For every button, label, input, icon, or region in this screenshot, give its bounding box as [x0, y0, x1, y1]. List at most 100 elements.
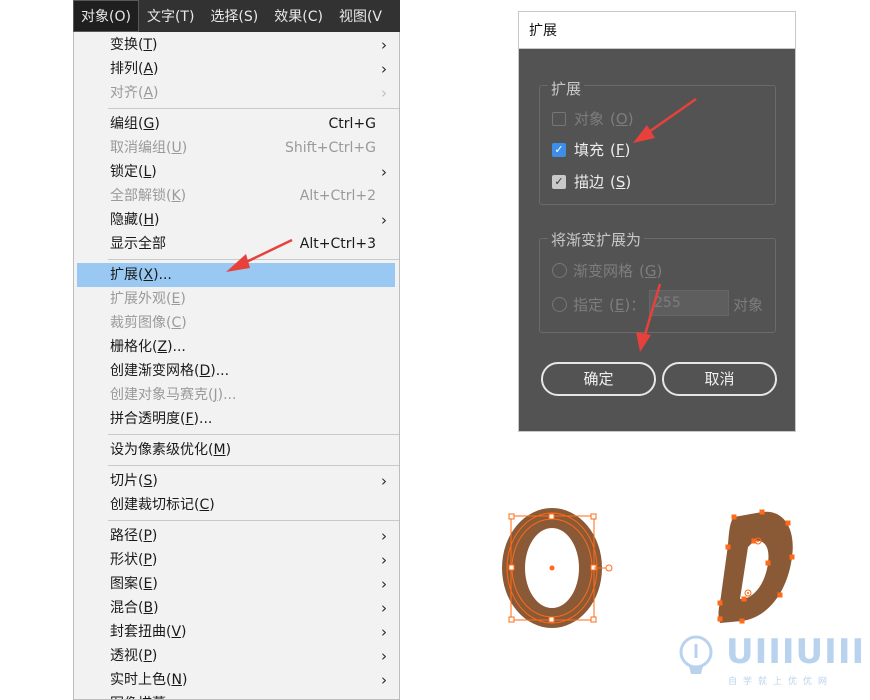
menu-item-label: 透视(P): [110, 648, 158, 664]
menubar-item[interactable]: 效果(C): [266, 0, 331, 32]
menu-item[interactable]: 设为像素级优化(M): [74, 438, 399, 462]
chevron-right-icon: ›: [381, 163, 387, 181]
menu-item-label: 切片(S): [110, 473, 158, 489]
menu-item[interactable]: 创建渐变网格(D)...: [74, 359, 399, 383]
menu-item[interactable]: 变换(T) ›: [74, 33, 399, 57]
menu-item[interactable]: 栅格化(Z)...: [74, 335, 399, 359]
cancel-button[interactable]: 取消: [662, 362, 777, 396]
menu-item[interactable]: 全部解锁(K) Alt+Ctrl+2: [74, 184, 399, 208]
chevron-right-icon: ›: [381, 575, 387, 593]
stroke-checkbox[interactable]: ✓ 描边 (S): [552, 171, 631, 192]
menu-item-label: 图像描摹: [110, 696, 166, 699]
chevron-right-icon: ›: [381, 647, 387, 665]
menubar-item[interactable]: 对象(O): [73, 0, 139, 32]
chevron-right-icon: ›: [381, 84, 387, 102]
menu-item-shortcut: Alt+Ctrl+2: [299, 188, 376, 204]
menu-item[interactable]: 编组(G) Ctrl+G: [74, 112, 399, 136]
menu-item-label: 显示全部: [110, 236, 166, 252]
menu-item[interactable]: 路径(P) ›: [74, 524, 399, 548]
menu-item-label: 创建裁切标记(C): [110, 497, 215, 513]
stroke-label: 描边: [574, 173, 605, 191]
specify-radio[interactable]: 指定 (E)：: [552, 294, 645, 315]
menu-item[interactable]: 扩展(X)...: [77, 263, 395, 287]
menubar-item[interactable]: 选择(S): [202, 0, 266, 32]
expand-dialog: 扩展 扩展 对象 (O) ✓ 填充 (F) ✓ 描边 (S) 将渐变扩展为 渐变…: [518, 11, 796, 432]
object-label: 对象: [574, 110, 605, 128]
gradient-mesh-label: 渐变网格: [573, 262, 634, 280]
menu-item-label: 创建渐变网格(D)...: [110, 363, 230, 379]
letter-d-artwork: [717, 509, 795, 624]
menu-item[interactable]: 扩展外观(E): [74, 287, 399, 311]
menu-item-label: 编组(G): [110, 116, 160, 132]
menu-separator: [108, 108, 399, 109]
menu-item-shortcut: Shift+Ctrl+G: [284, 140, 376, 156]
chevron-right-icon: ›: [381, 527, 387, 545]
menu-item-label: 对齐(A): [110, 85, 159, 101]
menubar-item[interactable]: 文字(T): [139, 0, 202, 32]
checkmark-icon: ✓: [552, 142, 566, 157]
menu-item-label: 拼合透明度(F)...: [110, 411, 213, 427]
ok-button[interactable]: 确定: [541, 362, 656, 396]
radio-icon: [552, 297, 567, 312]
menu-item-label: 隐藏(H): [110, 212, 160, 228]
menu-item[interactable]: 对齐(A) ›: [74, 81, 399, 105]
menu-item-label: 混合(B): [110, 600, 159, 616]
dialog-title: 扩展: [519, 12, 795, 49]
menu-item-label: 实时上色(N): [110, 672, 188, 688]
gradient-group-title: 将渐变扩展为: [548, 229, 645, 250]
menu-item[interactable]: 显示全部 Alt+Ctrl+3: [74, 232, 399, 256]
menu-item-label: 锁定(L): [110, 164, 157, 180]
uiiiuiii-watermark: UIIIUIII 自学就上优优网: [676, 632, 864, 692]
menu-item-label: 形状(P): [110, 552, 158, 568]
chevron-right-icon: ›: [381, 60, 387, 78]
menu-item-shortcut: Alt+Ctrl+3: [299, 236, 376, 252]
menu-item-label: 取消编组(U): [110, 140, 188, 156]
menu-item-label: 排列(A): [110, 61, 159, 77]
menu-item[interactable]: 隐藏(H) ›: [74, 208, 399, 232]
menu-item[interactable]: 图像描摹 ›: [74, 692, 399, 699]
menu-item[interactable]: 形状(P) ›: [74, 548, 399, 572]
menu-item[interactable]: 锁定(L) ›: [74, 160, 399, 184]
menu-item[interactable]: 拼合透明度(F)...: [74, 407, 399, 431]
menu-separator: [108, 434, 399, 435]
objects-unit-label: 对象: [733, 296, 764, 314]
menu-separator: [108, 465, 399, 466]
menu-item[interactable]: 透视(P) ›: [74, 644, 399, 668]
chevron-right-icon: ›: [381, 36, 387, 54]
gradient-group: [539, 238, 776, 333]
chevron-right-icon: ›: [381, 599, 387, 617]
menu-separator: [108, 259, 399, 260]
menu-item-label: 变换(T): [110, 37, 158, 53]
specify-label: 指定: [573, 296, 604, 314]
menu-item[interactable]: 创建对象马赛克(J)...: [74, 383, 399, 407]
menu-item-label: 全部解锁(K): [110, 188, 187, 204]
chevron-right-icon: ›: [381, 623, 387, 641]
menu-item[interactable]: 创建裁切标记(C): [74, 493, 399, 517]
menu-item[interactable]: 封套扭曲(V) ›: [74, 620, 399, 644]
menu-item-label: 图案(E): [110, 576, 158, 592]
menu-item-label: 栅格化(Z)...: [110, 339, 186, 355]
menu-item[interactable]: 裁剪图像(C): [74, 311, 399, 335]
gradient-mesh-radio[interactable]: 渐变网格 (G): [552, 260, 662, 281]
menu-item[interactable]: 混合(B) ›: [74, 596, 399, 620]
specify-objects-input[interactable]: 255: [649, 290, 729, 316]
menu-item-label: 创建对象马赛克(J)...: [110, 387, 237, 403]
watermark-text: UIIIUIII: [726, 632, 866, 672]
menu-item[interactable]: 实时上色(N) ›: [74, 668, 399, 692]
menu-item[interactable]: 排列(A) ›: [74, 57, 399, 81]
menu-separator: [108, 520, 399, 521]
fill-checkbox[interactable]: ✓ 填充 (F): [552, 139, 630, 160]
menu-item[interactable]: 切片(S) ›: [74, 469, 399, 493]
chevron-right-icon: ›: [381, 211, 387, 229]
menu-item[interactable]: 图案(E) ›: [74, 572, 399, 596]
menu-item[interactable]: 取消编组(U) Shift+Ctrl+G: [74, 136, 399, 160]
menu-item-label: 裁剪图像(C): [110, 315, 187, 331]
menu-item-label: 封套扭曲(V): [110, 624, 187, 640]
object-checkbox[interactable]: 对象 (O): [552, 108, 634, 129]
menubar-item[interactable]: 视图(V: [331, 0, 390, 32]
checkmark-icon: ✓: [552, 174, 566, 189]
lightbulb-logo-icon: [679, 635, 713, 674]
chevron-right-icon: ›: [381, 692, 387, 699]
watermark-subtitle: 自学就上优优网: [728, 677, 834, 687]
chevron-right-icon: ›: [381, 472, 387, 490]
